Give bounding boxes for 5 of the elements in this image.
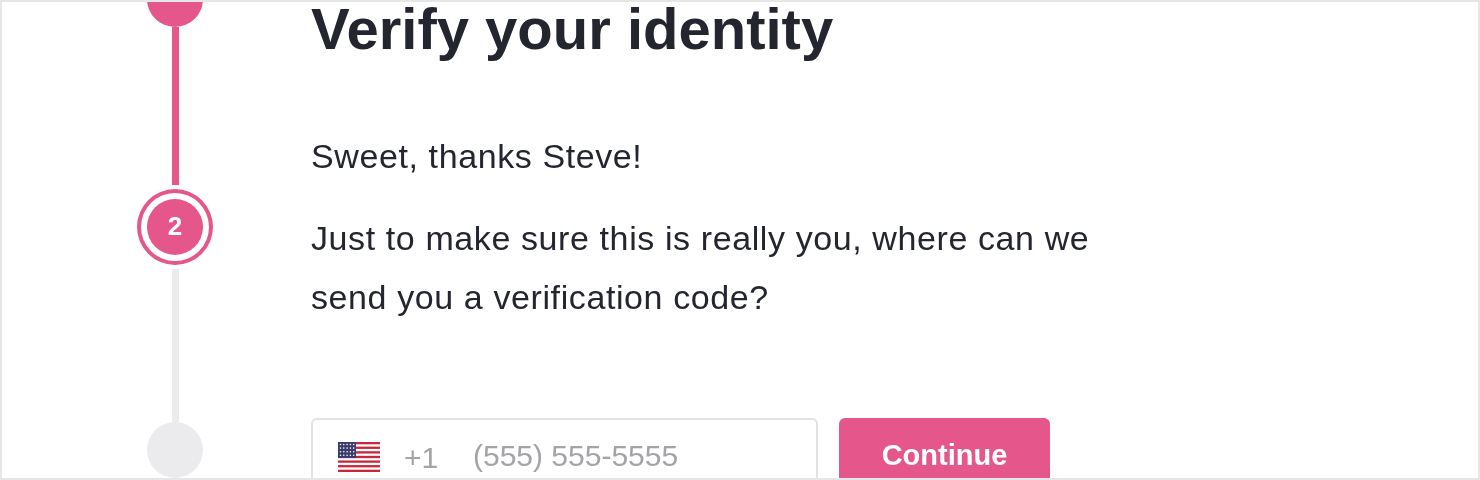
message-text: Just to make sure this is really you, where can we send you a verification code? <box>311 218 1091 318</box>
country-code: +1 <box>404 440 439 476</box>
flag-icon <box>338 442 380 472</box>
message-text: Sweet, thanks Steve! <box>311 136 644 177</box>
continue-button[interactable]: Continue <box>839 418 1050 478</box>
